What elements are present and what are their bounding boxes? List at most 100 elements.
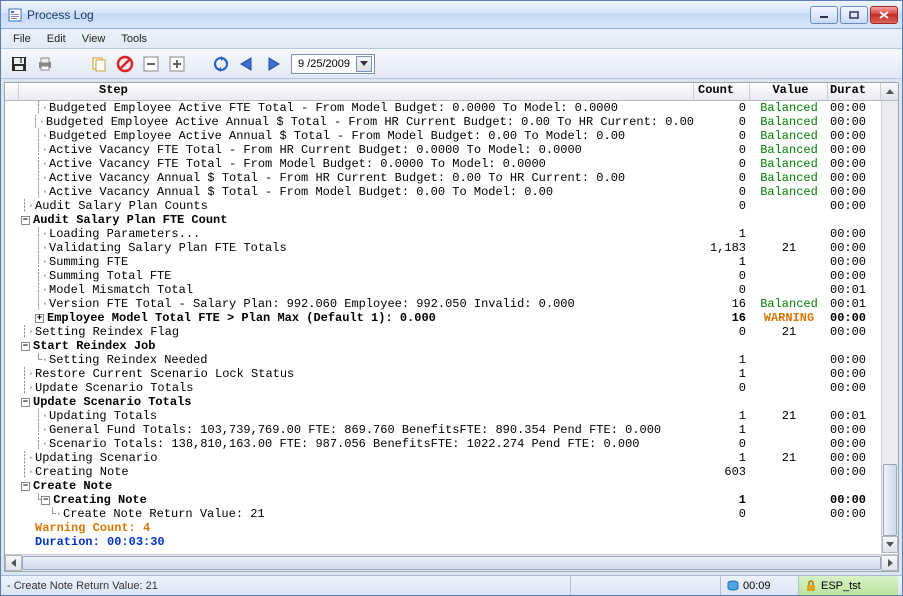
tree-branch-icon: ┊·· <box>35 129 49 143</box>
value-cell <box>750 507 828 521</box>
expand-button[interactable] <box>165 52 189 76</box>
log-row[interactable]: ┊·· Version FTE Total - Salary Plan: 992… <box>5 297 898 311</box>
duration-cell <box>828 339 880 353</box>
collapse-icon[interactable]: − <box>41 496 50 505</box>
col-tree[interactable] <box>5 83 19 100</box>
log-row[interactable]: └·· Setting Reindex Needed100:00 <box>5 353 898 367</box>
col-value[interactable]: Value <box>750 83 828 100</box>
log-row[interactable]: ┊·· Updating Scenario12100:00 <box>5 451 898 465</box>
next-button[interactable] <box>261 52 285 76</box>
collapse-icon[interactable]: − <box>21 482 30 491</box>
menu-edit[interactable]: Edit <box>39 31 74 47</box>
value-cell: 21 <box>750 409 828 423</box>
log-row[interactable]: ┊·· Budgeted Employee Active Annual $ To… <box>5 115 898 129</box>
hscroll-left[interactable] <box>5 555 22 571</box>
log-row[interactable]: └·· Create Note Return Value: 21000:00 <box>5 507 898 521</box>
log-row[interactable]: ┊·· Creating Note60300:00 <box>5 465 898 479</box>
refresh-button[interactable] <box>209 52 233 76</box>
minimize-button[interactable] <box>810 6 838 24</box>
close-button[interactable] <box>870 6 898 24</box>
tree-branch-icon: ┊·· <box>35 409 49 423</box>
date-field[interactable]: 9 /25/2009 <box>291 54 375 74</box>
expand-icon[interactable]: + <box>35 314 44 323</box>
hscroll-thumb[interactable] <box>22 556 881 570</box>
step-text: Create Note <box>33 479 112 493</box>
print-button[interactable] <box>33 52 57 76</box>
log-row[interactable]: ┊·· Active Vacancy FTE Total - From HR C… <box>5 143 898 157</box>
count-cell: 0 <box>694 283 750 297</box>
log-row[interactable]: ┊·· Restore Current Scenario Lock Status… <box>5 367 898 381</box>
col-durat[interactable]: Durat <box>828 83 880 100</box>
duration-cell: 00:00 <box>828 465 880 479</box>
cancel-button[interactable] <box>113 52 137 76</box>
date-dropdown-button[interactable] <box>356 56 372 72</box>
maximize-button[interactable] <box>840 6 868 24</box>
hscroll-right[interactable] <box>881 555 898 571</box>
log-row[interactable]: ┊·· Updating Totals12100:01 <box>5 409 898 423</box>
count-cell: 1 <box>694 451 750 465</box>
vscroll-thumb[interactable] <box>883 464 897 536</box>
vertical-scrollbar[interactable] <box>881 101 898 553</box>
duration-cell: 00:00 <box>828 101 880 115</box>
horizontal-scrollbar[interactable] <box>5 554 898 571</box>
col-step[interactable]: Step <box>19 83 694 100</box>
value-cell: Balanced <box>750 143 828 157</box>
log-row[interactable]: ┊·· Summing Total FTE000:00 <box>5 269 898 283</box>
step-text: Creating Note <box>35 465 129 479</box>
menu-file[interactable]: File <box>5 31 39 47</box>
log-row[interactable]: ┊·· Summing FTE100:00 <box>5 255 898 269</box>
log-row[interactable]: Warning Count: 4 <box>5 521 898 535</box>
log-row[interactable]: ┊·· Model Mismatch Total000:01 <box>5 283 898 297</box>
count-cell: 0 <box>694 507 750 521</box>
menu-view[interactable]: View <box>74 31 114 47</box>
collapse-button[interactable] <box>139 52 163 76</box>
tree-branch-icon: ┊·· <box>35 171 49 185</box>
log-row[interactable]: ┊·· Active Vacancy Annual $ Total - From… <box>5 185 898 199</box>
log-row[interactable]: ┊·· General Fund Totals: 103,739,769.00 … <box>5 423 898 437</box>
collapse-icon[interactable]: − <box>21 342 30 351</box>
log-row[interactable]: └− Creating Note100:00 <box>5 493 898 507</box>
log-row[interactable]: ┊·· Budgeted Employee Active Annual $ To… <box>5 129 898 143</box>
log-row[interactable]: ┊·· Update Scenario Totals000:00 <box>5 381 898 395</box>
log-row[interactable]: ┊·· Budgeted Employee Active FTE Total -… <box>5 101 898 115</box>
status-spacer <box>570 576 720 595</box>
tree-branch-icon: ┊·· <box>35 101 49 115</box>
step-text: Active Vacancy FTE Total - From Model Bu… <box>49 157 546 171</box>
step-text: Updating Totals <box>49 409 157 423</box>
log-row[interactable]: − Update Scenario Totals <box>5 395 898 409</box>
scroll-down-button[interactable] <box>882 536 898 553</box>
log-row[interactable]: ┊·· Audit Salary Plan Counts000:00 <box>5 199 898 213</box>
menu-tools[interactable]: Tools <box>113 31 155 47</box>
log-row[interactable]: ┊·· Active Vacancy FTE Total - From Mode… <box>5 157 898 171</box>
tree-branch-icon: ┊·· <box>21 451 35 465</box>
log-row[interactable]: − Create Note <box>5 479 898 493</box>
prev-button[interactable] <box>235 52 259 76</box>
step-text: Summing FTE <box>49 255 128 269</box>
count-cell: 1 <box>694 353 750 367</box>
log-row[interactable]: + Employee Model Total FTE > Plan Max (D… <box>5 311 898 325</box>
scroll-up-button[interactable] <box>880 83 898 100</box>
value-cell <box>750 255 828 269</box>
log-row[interactable]: ┊·· Active Vacancy Annual $ Total - From… <box>5 171 898 185</box>
collapse-icon[interactable]: − <box>21 216 30 225</box>
copy-button[interactable] <box>87 52 111 76</box>
collapse-icon[interactable]: − <box>21 398 30 407</box>
save-button[interactable] <box>7 52 31 76</box>
log-row[interactable]: ┊·· Setting Reindex Flag02100:00 <box>5 325 898 339</box>
log-row[interactable]: − Start Reindex Job <box>5 339 898 353</box>
log-row[interactable]: ┊·· Validating Salary Plan FTE Totals1,1… <box>5 241 898 255</box>
count-cell: 1 <box>694 255 750 269</box>
log-row[interactable]: ┊·· Scenario Totals: 138,810,163.00 FTE:… <box>5 437 898 451</box>
log-row[interactable]: ┊·· Loading Parameters...100:00 <box>5 227 898 241</box>
log-row[interactable]: − Audit Salary Plan FTE Count <box>5 213 898 227</box>
duration-cell: 00:00 <box>828 157 880 171</box>
duration-cell: 00:01 <box>828 283 880 297</box>
log-row[interactable]: Duration: 00:03:30 <box>5 535 898 549</box>
value-cell: Balanced <box>750 115 828 129</box>
value-cell <box>750 339 828 353</box>
step-text: Scenario Totals: 138,810,163.00 FTE: 987… <box>49 437 640 451</box>
step-text: Audit Salary Plan Counts <box>35 199 208 213</box>
value-cell: Balanced <box>750 101 828 115</box>
value-cell <box>750 227 828 241</box>
col-count[interactable]: Count <box>694 83 750 100</box>
